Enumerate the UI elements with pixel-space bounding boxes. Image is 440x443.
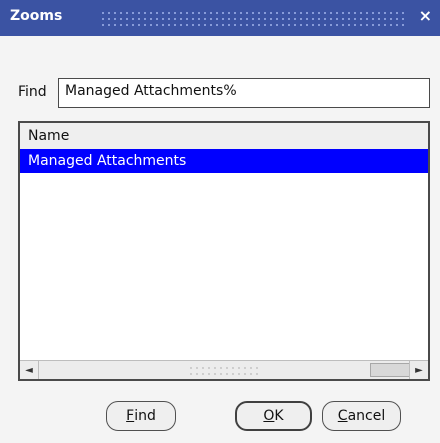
title-bar-grip — [100, 10, 404, 26]
scroll-grip — [188, 365, 258, 375]
find-button-mnemonic: F — [126, 408, 135, 424]
cancel-button[interactable]: Cancel — [322, 401, 401, 431]
cancel-button-mnemonic: C — [337, 408, 348, 424]
find-button[interactable]: Find — [106, 401, 176, 431]
window-title: Zooms — [10, 8, 63, 24]
cancel-button-label: ancel — [347, 408, 386, 424]
column-header-name[interactable]: Name — [20, 123, 428, 150]
list-item[interactable]: Managed Attachments — [20, 149, 428, 173]
close-icon[interactable]: × — [419, 6, 432, 25]
scroll-thumb[interactable] — [370, 363, 410, 377]
scroll-left-icon[interactable]: ◄ — [20, 361, 39, 379]
horizontal-scrollbar[interactable]: ◄ ► — [20, 360, 428, 379]
results-list[interactable]: Name Managed Attachments ◄ ► — [18, 121, 430, 381]
title-bar[interactable]: Zooms × — [0, 0, 440, 36]
scroll-right-icon[interactable]: ► — [409, 361, 428, 379]
find-input[interactable]: Managed Attachments% — [58, 78, 430, 108]
find-row: Find Managed Attachments% — [18, 78, 430, 110]
ok-button[interactable]: OK — [235, 401, 312, 431]
zooms-dialog: Zooms × Find Managed Attachments% Name M… — [0, 0, 440, 443]
list-body[interactable]: Managed Attachments — [20, 149, 428, 361]
ok-button-mnemonic: O — [263, 408, 275, 424]
find-button-label: ind — [134, 408, 156, 424]
ok-button-label: K — [274, 408, 284, 424]
scroll-track[interactable] — [38, 361, 410, 379]
find-label: Find — [18, 84, 47, 100]
